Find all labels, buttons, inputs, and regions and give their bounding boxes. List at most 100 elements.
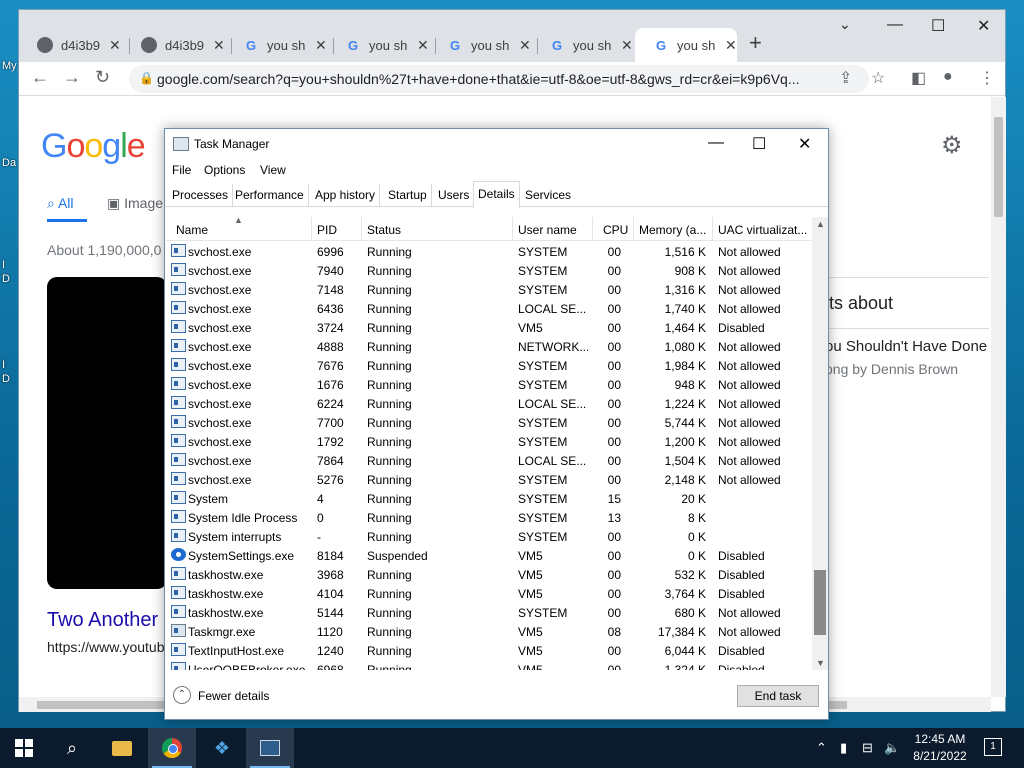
table-row[interactable]: svchost.exe 1676 Running SYSTEM 00 948 K Not a… <box>166 375 811 394</box>
app-taskbar-button[interactable]: ❖ <box>198 728 246 768</box>
browser-tab[interactable]: d4i3b9 ✕ <box>19 28 123 62</box>
chrome-taskbar-button[interactable] <box>148 728 196 768</box>
title-bar[interactable]: Task Manager — ☐ ✕ <box>165 129 828 159</box>
close-icon[interactable]: ✕ <box>109 37 121 54</box>
desktop-icon-label[interactable]: Da <box>2 157 16 169</box>
clock-time[interactable]: 12:45 AM <box>912 732 968 746</box>
table-row[interactable]: System interrupts - Running SYSTEM 00 0 K <box>166 527 811 546</box>
browser-tab[interactable]: d4i3b9 ✕ <box>123 28 227 62</box>
knowledge-panel-title[interactable]: ou Shouldn't Have Done <box>825 338 987 355</box>
column-header-cpu[interactable]: CPU <box>603 223 628 237</box>
desktop-icon-label[interactable]: I D <box>2 358 10 386</box>
menu-icon[interactable]: ⋮ <box>979 68 995 88</box>
address-bar[interactable]: 🔒 google.com/search?q=you+shouldn%27t+ha… <box>129 65 869 93</box>
tab-startup[interactable]: Startup <box>384 184 432 207</box>
reload-icon[interactable]: ↻ <box>95 67 110 88</box>
table-row[interactable]: svchost.exe 1792 Running SYSTEM 00 1,200 K Not… <box>166 432 811 451</box>
tab-app-history[interactable]: App history <box>311 184 381 207</box>
desktop-icon-label[interactable]: My <box>2 60 17 72</box>
column-header-user[interactable]: User name <box>518 223 577 237</box>
forward-icon[interactable]: → <box>63 67 81 88</box>
tab-details[interactable]: Details <box>473 181 520 208</box>
search-button[interactable]: ⌕ <box>48 728 96 768</box>
table-row[interactable]: UserOOBEBroker.exe 6968 Running VM5 00 1,324 … <box>166 660 811 670</box>
browser-tab[interactable]: G you sh ✕ <box>225 28 327 62</box>
end-task-button[interactable]: End task <box>737 685 819 707</box>
column-divider[interactable] <box>712 217 713 241</box>
new-tab-button[interactable]: + <box>749 30 762 56</box>
result-title-link[interactable]: Two Another <box>47 609 158 632</box>
volume-icon[interactable]: 🔈 <box>884 740 900 756</box>
menu-file[interactable]: File <box>172 163 191 177</box>
page-vertical-scrollbar[interactable] <box>991 97 1006 697</box>
menu-options[interactable]: Options <box>204 163 245 177</box>
close-icon[interactable]: ✕ <box>213 37 225 54</box>
table-row[interactable]: svchost.exe 7940 Running SYSTEM 00 908 K Not a… <box>166 261 811 280</box>
close-icon[interactable]: ✕ <box>519 37 531 54</box>
settings-gear-icon[interactable]: ⚙ <box>941 131 963 160</box>
fewer-details-link[interactable]: Fewer details <box>198 689 269 703</box>
close-icon[interactable]: ✕ <box>725 37 737 54</box>
table-row[interactable]: taskhostw.exe 3968 Running VM5 00 532 K Disabl… <box>166 565 811 584</box>
maximize-button[interactable]: ☐ <box>931 16 945 36</box>
maximize-button[interactable]: ☐ <box>752 134 766 154</box>
table-row[interactable]: svchost.exe 7148 Running SYSTEM 00 1,316 K Not… <box>166 280 811 299</box>
column-divider[interactable] <box>512 217 513 241</box>
column-header-name[interactable]: Name <box>176 223 208 237</box>
tab-search-icon[interactable]: ⌄ <box>839 16 851 33</box>
table-row[interactable]: svchost.exe 4888 Running NETWORK... 00 1,080 … <box>166 337 811 356</box>
network-icon[interactable]: ⊟ <box>862 740 873 756</box>
browser-tab[interactable]: G you sh ✕ <box>531 28 633 62</box>
tab-users[interactable]: Users <box>434 184 475 207</box>
column-header-pid[interactable]: PID <box>317 223 337 237</box>
close-icon[interactable]: ✕ <box>621 37 633 54</box>
scroll-thumb[interactable] <box>814 570 826 635</box>
table-row[interactable]: taskhostw.exe 4104 Running VM5 00 3,764 K Disa… <box>166 584 811 603</box>
column-divider[interactable] <box>633 217 634 241</box>
file-explorer-button[interactable] <box>98 728 146 768</box>
notification-center-icon[interactable]: 1 <box>984 738 1002 756</box>
table-row[interactable]: svchost.exe 6436 Running LOCAL SE... 00 1,740… <box>166 299 811 318</box>
close-icon[interactable]: ✕ <box>315 37 327 54</box>
table-row[interactable]: svchost.exe 3724 Running VM5 00 1,464 K Disabl… <box>166 318 811 337</box>
table-row[interactable]: svchost.exe 6224 Running LOCAL SE... 00 1,224… <box>166 394 811 413</box>
scroll-thumb[interactable] <box>994 117 1003 217</box>
close-button[interactable]: ✕ <box>798 134 811 154</box>
search-tab-all[interactable]: ⌕ All <box>47 195 74 212</box>
tab-performance[interactable]: Performance <box>231 184 309 207</box>
browser-tab-active[interactable]: G you sh ✕ <box>635 28 737 62</box>
column-divider[interactable] <box>311 217 312 241</box>
table-row[interactable]: TextInputHost.exe 1240 Running VM5 00 6,044 K… <box>166 641 811 660</box>
table-row[interactable]: svchost.exe 7864 Running LOCAL SE... 00 1,504… <box>166 451 811 470</box>
task-manager-taskbar-button[interactable] <box>246 728 294 768</box>
minimize-button[interactable]: — <box>887 16 903 34</box>
tab-services[interactable]: Services <box>521 184 575 207</box>
search-tab-images[interactable]: ▣ Image <box>107 195 163 212</box>
video-thumbnail[interactable] <box>47 277 167 589</box>
chevron-up-icon[interactable]: ⌃ <box>173 686 191 704</box>
table-row[interactable]: System Idle Process 0 Running SYSTEM 13 8 K <box>166 508 811 527</box>
start-button[interactable] <box>0 728 48 768</box>
table-row[interactable]: svchost.exe 5276 Running SYSTEM 00 2,148 K Not… <box>166 470 811 489</box>
tab-processes[interactable]: Processes <box>168 184 234 207</box>
column-header-memory[interactable]: Memory (a... <box>639 223 713 237</box>
table-scrollbar[interactable]: ▲ ▼ <box>812 217 828 670</box>
profile-icon[interactable]: ● <box>943 68 953 86</box>
side-panel-icon[interactable]: ◧ <box>911 68 926 88</box>
desktop-icon-label[interactable]: I D <box>2 258 10 286</box>
back-icon[interactable]: ← <box>31 67 49 88</box>
lock-icon[interactable]: 🔒 <box>139 71 154 85</box>
bookmark-star-icon[interactable]: ☆ <box>871 68 885 88</box>
clock-date[interactable]: 8/21/2022 <box>910 749 970 763</box>
table-row[interactable]: svchost.exe 7700 Running SYSTEM 00 5,744 K Not… <box>166 413 811 432</box>
table-row[interactable]: SystemSettings.exe 8184 Suspended VM5 00 0 K D… <box>166 546 811 565</box>
table-row[interactable]: System 4 Running SYSTEM 15 20 K <box>166 489 811 508</box>
chevron-up-icon[interactable]: ⌃ <box>816 740 827 756</box>
table-row[interactable]: svchost.exe 7676 Running SYSTEM 00 1,984 K Not… <box>166 356 811 375</box>
browser-tab[interactable]: G you sh ✕ <box>429 28 531 62</box>
table-row[interactable]: svchost.exe 6996 Running SYSTEM 00 1,516 K Not… <box>166 242 811 261</box>
browser-tab[interactable]: G you sh ✕ <box>327 28 429 62</box>
table-row[interactable]: taskhostw.exe 5144 Running SYSTEM 00 680 K Not… <box>166 603 811 622</box>
share-icon[interactable]: ⇪ <box>839 68 852 88</box>
scroll-down-icon[interactable]: ▼ <box>816 658 825 668</box>
